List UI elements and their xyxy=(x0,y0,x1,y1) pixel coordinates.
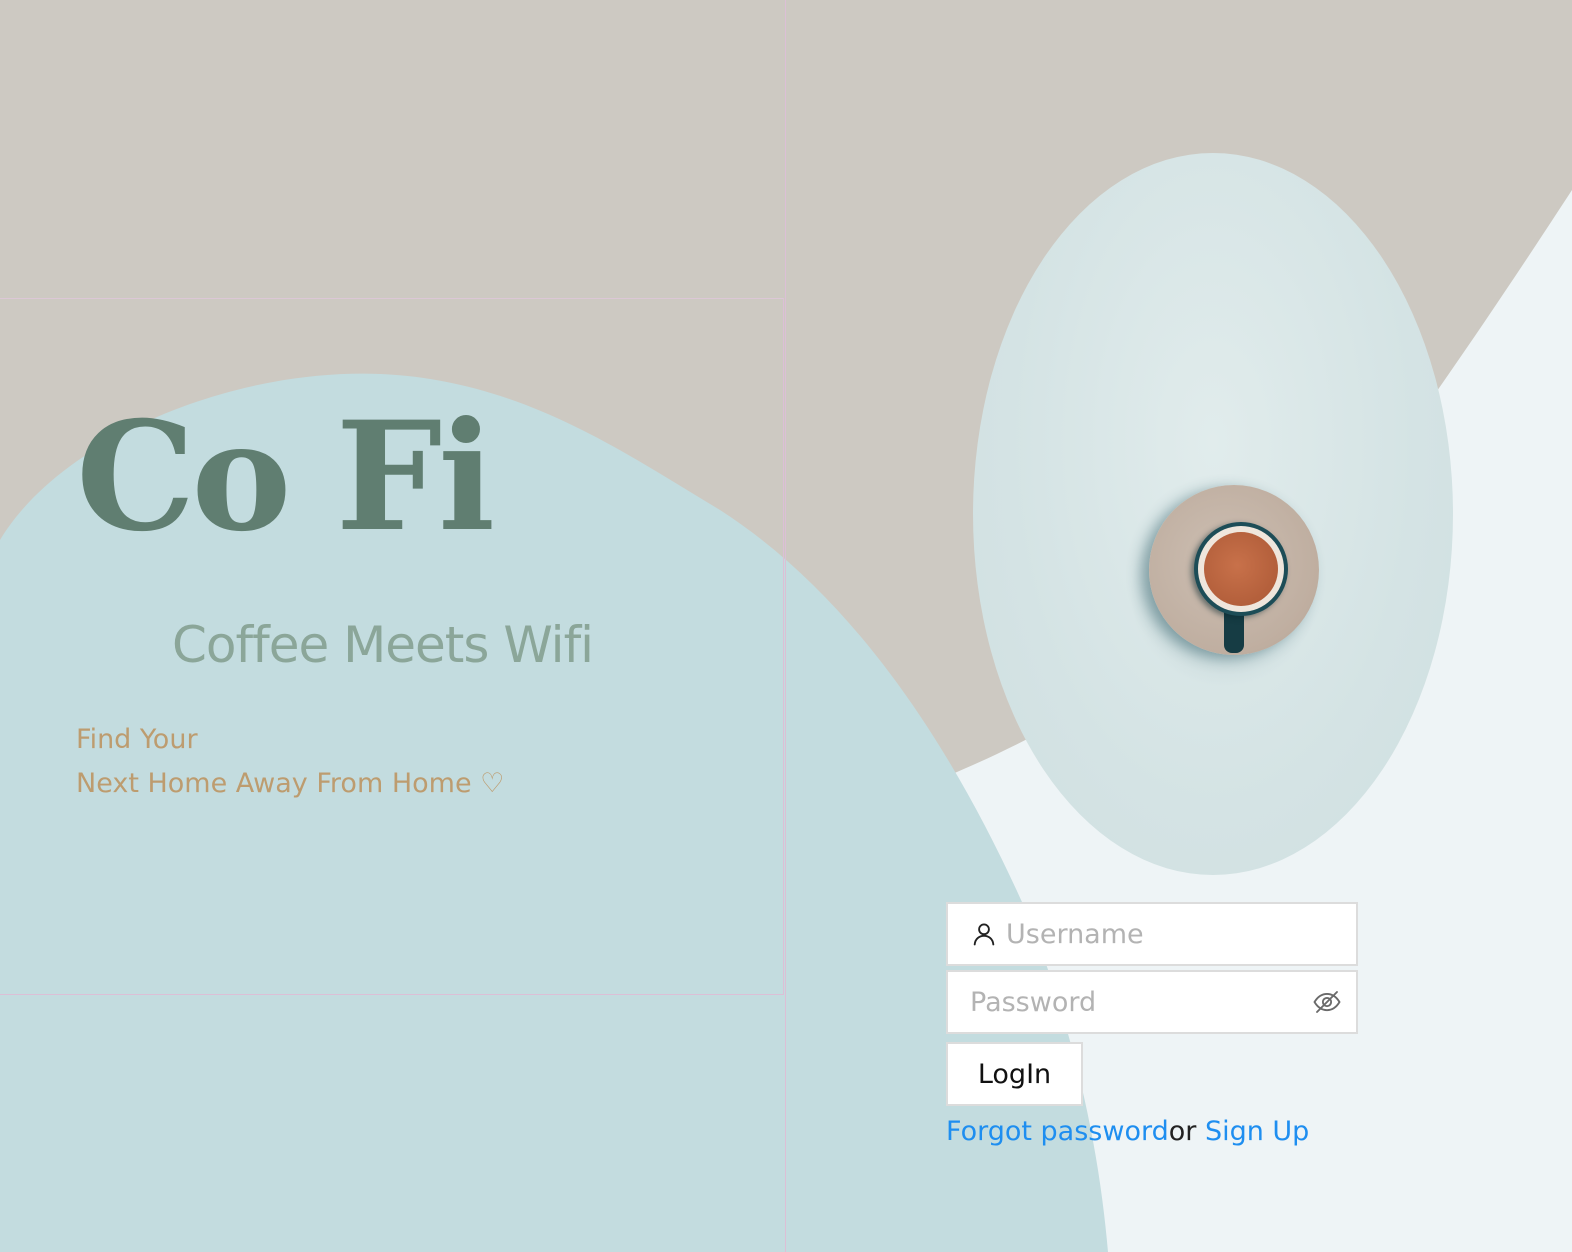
eye-slash-icon[interactable] xyxy=(1312,987,1342,1017)
forgot-password-link[interactable]: Forgot password xyxy=(946,1116,1169,1147)
brand-tagline: Coffee Meets Wifi xyxy=(172,616,594,674)
subtext-line-1: Find Your xyxy=(76,724,198,755)
coffee-cup-photo xyxy=(973,153,1453,875)
username-input[interactable] xyxy=(1006,904,1356,964)
account-links: Forgot passwordor Sign Up xyxy=(946,1116,1309,1147)
password-input[interactable] xyxy=(948,972,1312,1032)
username-field[interactable] xyxy=(946,902,1358,966)
or-text: or xyxy=(1168,1116,1205,1147)
user-icon xyxy=(973,923,995,946)
sign-up-link[interactable]: Sign Up xyxy=(1205,1116,1309,1147)
password-field[interactable] xyxy=(946,970,1358,1034)
brand-title: Co Fi xyxy=(76,389,495,565)
subtext-line-2: Next Home Away From Home ♡ xyxy=(76,768,505,799)
brand-subtext: Find Your Next Home Away From Home ♡ xyxy=(76,718,504,806)
cup-coffee xyxy=(1204,532,1278,606)
login-button[interactable]: LogIn xyxy=(946,1042,1083,1106)
login-form: LogIn xyxy=(946,902,1358,1106)
